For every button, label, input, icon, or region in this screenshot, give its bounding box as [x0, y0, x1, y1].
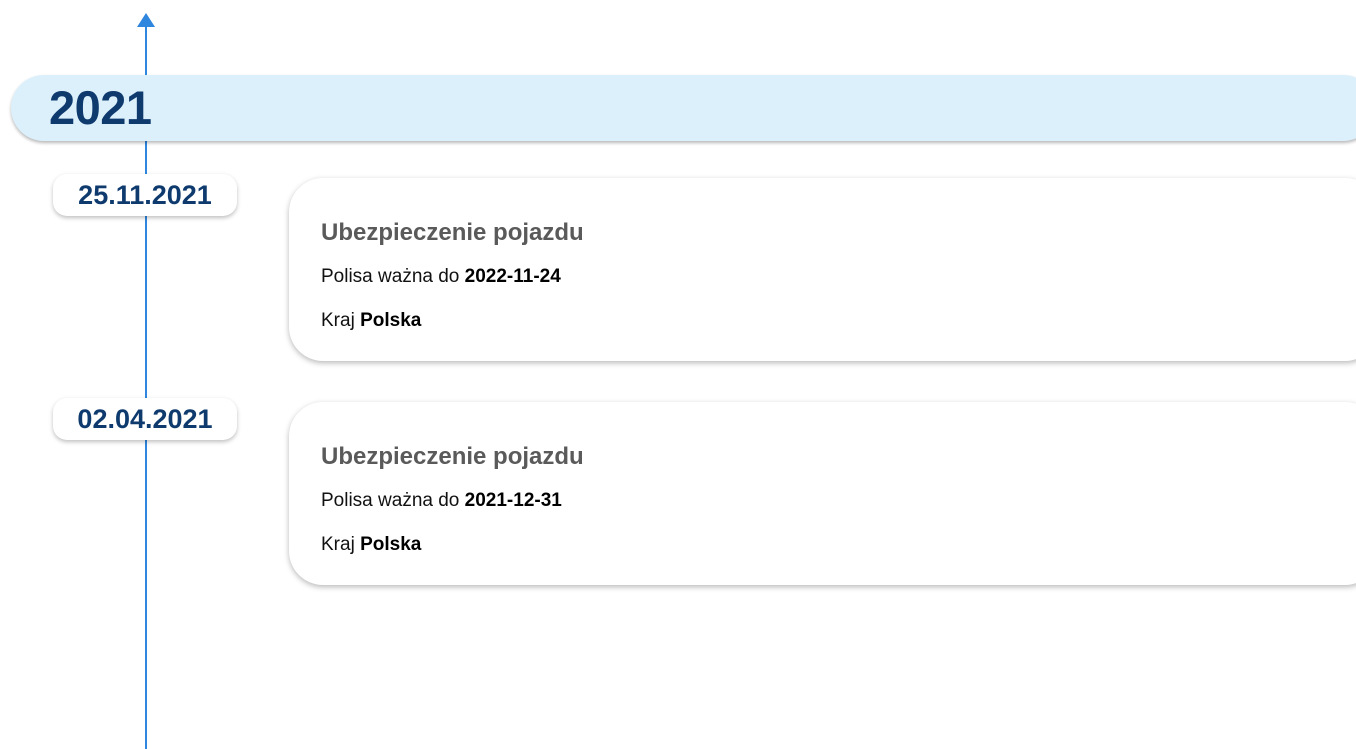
country-label: Kraj	[321, 310, 355, 331]
policy-validity: Polisa ważna do 2022-11-24	[321, 264, 561, 290]
policy-validity-value: 2022-11-24	[464, 266, 561, 287]
timeline-entry-card[interactable]: Ubezpieczenie pojazdu Polisa ważna do 20…	[289, 178, 1356, 361]
timeline-page: 2021 25.11.2021 Ubezpieczenie pojazdu Po…	[0, 0, 1356, 749]
country-value: Polska	[360, 534, 422, 555]
arrow-up-icon	[137, 13, 155, 27]
country-label: Kraj	[321, 534, 355, 555]
timeline-entry-card[interactable]: Ubezpieczenie pojazdu Polisa ważna do 20…	[289, 402, 1356, 585]
year-label: 2021	[49, 81, 152, 134]
policy-country: Kraj Polska	[321, 532, 421, 558]
date-badge: 25.11.2021	[53, 174, 237, 216]
entry-title: Ubezpieczenie pojazdu	[321, 443, 584, 470]
country-value: Polska	[360, 310, 422, 331]
date-badge: 02.04.2021	[53, 398, 237, 440]
entry-title: Ubezpieczenie pojazdu	[321, 219, 584, 246]
policy-validity-value: 2021-12-31	[464, 490, 562, 511]
policy-validity: Polisa ważna do 2021-12-31	[321, 488, 562, 514]
policy-country: Kraj Polska	[321, 308, 421, 334]
policy-validity-label: Polisa ważna do	[321, 490, 460, 511]
year-header: 2021	[11, 75, 1356, 141]
policy-validity-label: Polisa ważna do	[321, 266, 460, 287]
